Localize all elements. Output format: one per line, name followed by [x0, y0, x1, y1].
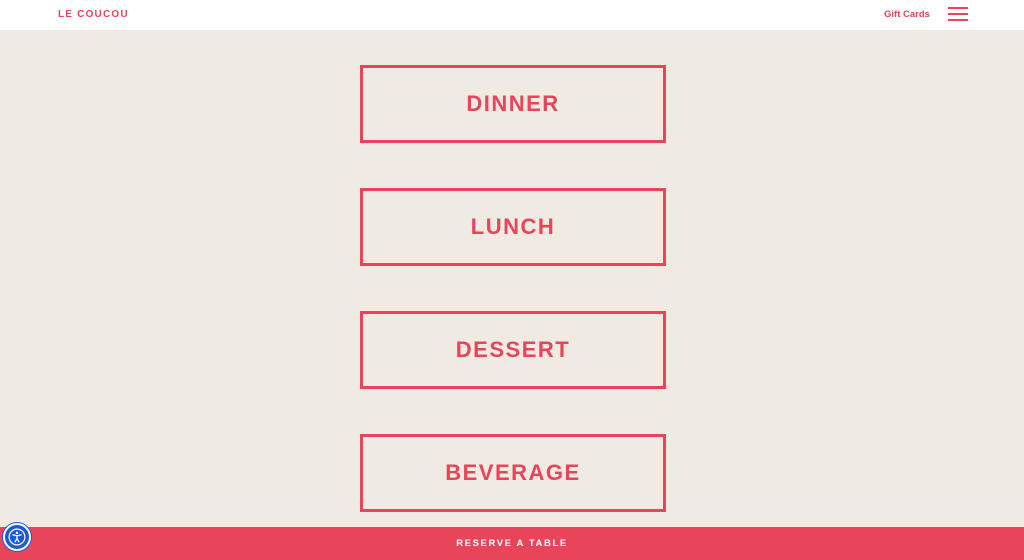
hamburger-menu-icon[interactable] — [948, 7, 968, 21]
lunch-menu-button[interactable]: LUNCH — [360, 188, 666, 266]
beverage-menu-button[interactable]: BEVERAGE — [360, 434, 666, 512]
dessert-menu-button[interactable]: DESSERT — [360, 311, 666, 389]
menu-icon-line — [948, 13, 968, 15]
menu-icon-line — [948, 7, 968, 9]
dinner-menu-button[interactable]: DINNER — [360, 65, 666, 143]
menu-icon-line — [948, 19, 968, 21]
reserve-table-button[interactable]: RESERVE A TABLE — [0, 527, 1024, 560]
site-logo[interactable]: LE COUCOU — [58, 9, 129, 20]
accessibility-button[interactable] — [3, 523, 31, 551]
gift-cards-link[interactable]: Gift Cards — [884, 9, 930, 20]
reserve-table-label: RESERVE A TABLE — [456, 538, 568, 549]
accessibility-person-icon — [8, 528, 26, 546]
top-navigation-bar: LE COUCOU Gift Cards — [0, 0, 1024, 30]
